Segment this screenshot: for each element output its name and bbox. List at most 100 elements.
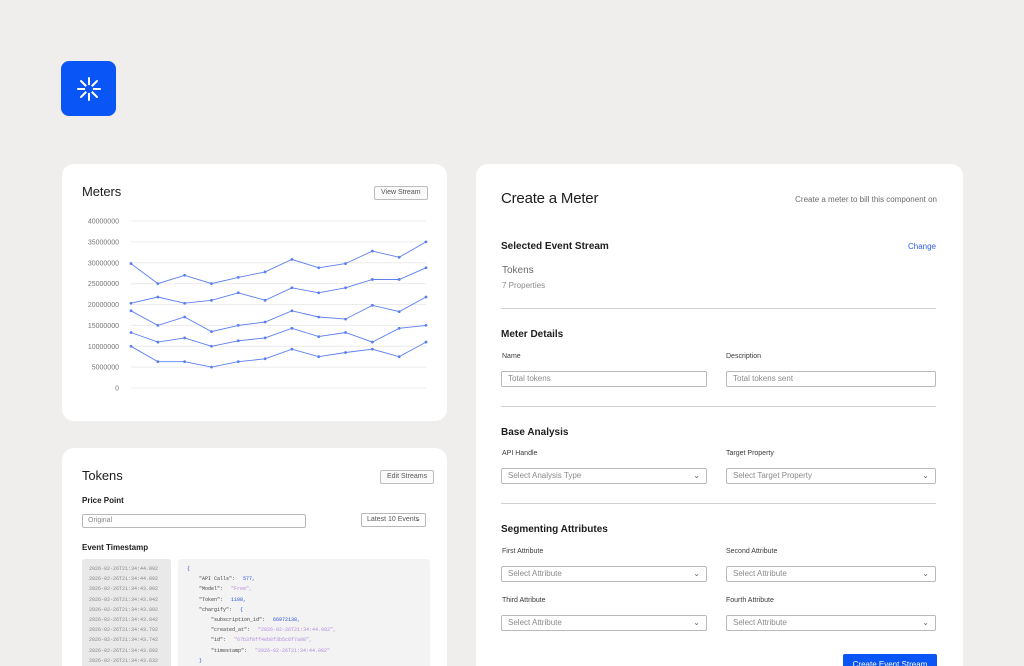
view-stream-button[interactable]: View Stream xyxy=(374,186,428,200)
json-value: 66972138, xyxy=(273,616,301,623)
timestamp-item: 2026-02-26T21:34:43.792 xyxy=(89,627,159,634)
data-point xyxy=(344,351,347,354)
second-attribute-select[interactable]: Select Attribute ⌄ xyxy=(726,566,936,582)
data-point xyxy=(344,262,347,265)
timestamp-item: 2026-02-26T21:34:43.892 xyxy=(89,606,159,613)
data-point xyxy=(183,273,187,277)
first-attribute-label: First Attribute xyxy=(502,548,544,555)
json-value: "67b3f8ff4eb8f3b5c6f7a98", xyxy=(234,637,313,644)
price-point-label: Price Point xyxy=(82,496,124,505)
data-point xyxy=(156,295,160,299)
asterisk-brand-icon xyxy=(76,76,101,101)
data-point xyxy=(263,336,267,340)
description-input[interactable]: Total tokens sent xyxy=(726,371,936,387)
data-point xyxy=(317,291,321,295)
api-handle-select[interactable]: Select Analysis Type ⌄ xyxy=(501,468,707,484)
json-key: "subscription_id": xyxy=(211,616,266,623)
chevron-down-icon: ⌄ xyxy=(693,471,700,480)
data-point xyxy=(397,355,401,359)
series-line xyxy=(130,296,427,333)
data-point xyxy=(290,286,294,290)
third-attribute-value: Select Attribute xyxy=(508,618,562,627)
timestamp-list: 2026-02-26T21:34:44.092 2026-02-26T21:34:… xyxy=(82,559,171,666)
data-point xyxy=(129,344,133,348)
events-filter-value: Latest 10 Events xyxy=(367,516,420,523)
data-point xyxy=(344,331,347,334)
app-logo[interactable] xyxy=(61,61,116,116)
data-point xyxy=(236,360,240,364)
data-point xyxy=(290,309,294,313)
y-tick-label: 5000000 xyxy=(92,365,119,372)
data-point xyxy=(263,357,267,361)
data-point xyxy=(263,320,267,324)
data-point xyxy=(317,335,321,339)
json-value: 1108, xyxy=(231,596,247,603)
data-point xyxy=(424,266,428,270)
api-handle-label: API Handle xyxy=(502,450,538,457)
json-key: "Token": xyxy=(199,596,224,603)
data-point xyxy=(370,303,374,307)
json-line: "subscription_id": 66972138, xyxy=(187,615,430,625)
event-json-viewer: {"API Calls": 577, "Model": "Free", "Token":… xyxy=(178,559,430,666)
data-point xyxy=(183,301,187,305)
base-analysis-title: Base Analysis xyxy=(501,427,569,438)
data-point xyxy=(397,255,401,259)
y-tick-label: 40000000 xyxy=(88,219,119,226)
second-attribute-value: Select Attribute xyxy=(733,569,787,578)
data-point xyxy=(424,323,428,327)
y-tick-label: 0 xyxy=(115,386,119,393)
json-line: "Token": 1108, xyxy=(187,595,430,605)
data-point xyxy=(210,365,213,369)
json-line: { xyxy=(187,564,430,574)
timestamp-item: 2026-02-26T21:34:43.692 xyxy=(89,647,159,654)
description-label: Description xyxy=(726,353,762,360)
change-stream-link[interactable]: Change xyxy=(908,242,936,251)
y-tick-label: 25000000 xyxy=(88,281,119,288)
json-line: "created_at": "2026-02-26T21:34:44.082", xyxy=(187,625,430,635)
json-key: "API Calls": xyxy=(199,576,236,583)
data-point xyxy=(290,326,294,330)
meter-details-title: Meter Details xyxy=(501,329,564,340)
data-point xyxy=(183,360,187,364)
tokens-card: Tokens Edit Streams Price Point Original… xyxy=(62,448,447,666)
price-point-field[interactable]: Original xyxy=(82,514,306,528)
tokens-title: Tokens xyxy=(82,468,123,483)
edit-streams-button[interactable]: Edit Streams xyxy=(380,470,435,484)
third-attribute-select[interactable]: Select Attribute ⌄ xyxy=(501,615,707,631)
json-line: "chargify": { xyxy=(187,605,430,615)
data-point xyxy=(156,360,160,364)
data-point xyxy=(236,291,240,295)
data-point xyxy=(424,340,428,344)
y-tick-label: 30000000 xyxy=(88,260,119,267)
create-event-stream-button[interactable]: Create Event Stream xyxy=(843,654,937,666)
data-point xyxy=(129,262,133,265)
data-point xyxy=(424,295,428,299)
fourth-attribute-select[interactable]: Select Attribute ⌄ xyxy=(726,615,936,631)
data-point xyxy=(424,240,428,244)
first-attribute-value: Select Attribute xyxy=(508,569,562,578)
first-attribute-select[interactable]: Select Attribute ⌄ xyxy=(501,566,707,582)
json-line: "API Calls": 577, xyxy=(187,574,430,584)
data-point xyxy=(317,315,321,319)
json-line: } xyxy=(187,656,430,666)
fourth-attribute-value: Select Attribute xyxy=(733,618,787,627)
events-filter-select[interactable]: Latest 10 Events ⌄ xyxy=(361,513,426,527)
name-label: Name xyxy=(502,353,521,360)
data-point xyxy=(263,298,267,302)
data-point xyxy=(183,336,187,340)
target-property-select[interactable]: Select Target Property ⌄ xyxy=(726,468,936,484)
chevron-down-icon: ⌄ xyxy=(922,471,929,480)
name-input[interactable]: Total tokens xyxy=(501,371,707,387)
divider xyxy=(501,406,936,407)
series-line xyxy=(130,324,427,347)
data-point xyxy=(397,278,401,281)
fourth-attribute-label: Fourth Attribute xyxy=(726,597,774,604)
divider xyxy=(501,503,936,504)
data-point xyxy=(156,323,160,327)
timestamp-item: 2026-02-26T21:34:44.092 xyxy=(89,576,159,583)
timestamp-item: 2026-02-26T21:34:43.632 xyxy=(89,657,159,664)
data-point xyxy=(290,347,294,351)
data-point xyxy=(236,339,240,343)
data-point xyxy=(290,258,294,261)
data-point xyxy=(210,330,213,334)
